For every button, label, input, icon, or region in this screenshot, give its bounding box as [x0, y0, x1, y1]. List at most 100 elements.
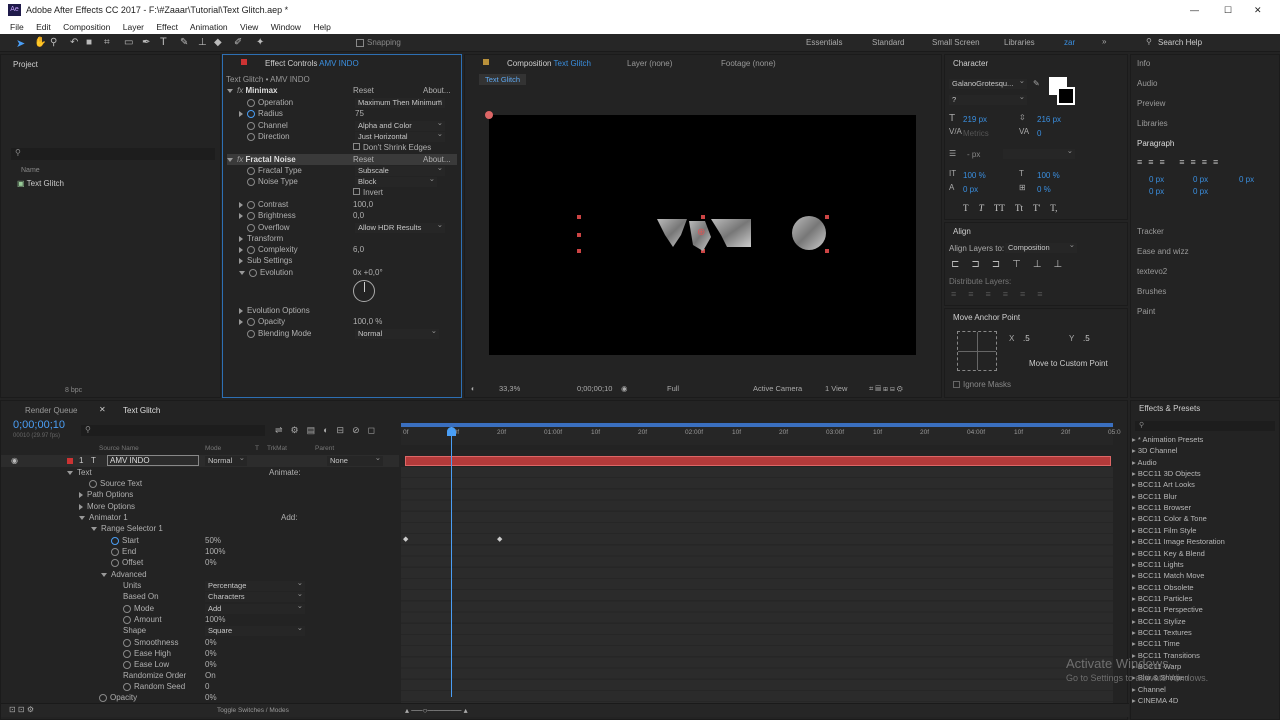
opacity-tl-value[interactable]: 0% [205, 692, 217, 703]
effects-category-item[interactable]: ▸ BCC11 Key & Blend [1132, 548, 1205, 559]
composition-canvas[interactable]: ⊕ [489, 115, 916, 355]
zoom-tool-icon[interactable]: ⚲ [50, 37, 57, 48]
effects-category-item[interactable]: ▸ * Animation Presets [1132, 434, 1203, 445]
path-options-row[interactable]: Path Options [79, 489, 133, 500]
align-to-select[interactable]: Composition [1005, 243, 1077, 253]
transform-group[interactable]: Transform [239, 233, 283, 244]
range-selector-row[interactable]: Range Selector 1 [91, 523, 163, 534]
fractal-type-select[interactable]: Subscale [355, 166, 445, 176]
zoom-select[interactable]: 33,3% [499, 381, 520, 397]
layer-duration-bar[interactable] [405, 456, 1111, 466]
hscale-value[interactable]: 100 % [1037, 171, 1060, 180]
zoom-slider[interactable]: ▴ ──○────── ▴ [405, 706, 468, 715]
handle-mid-left[interactable] [577, 233, 581, 237]
layer-tab[interactable]: Layer (none) [619, 56, 672, 72]
amount-value[interactable]: 100% [205, 614, 225, 625]
sub-settings-group[interactable]: Sub Settings [239, 255, 292, 266]
timeline-switch-icons[interactable]: ⇌⚙▤◐⊟⊘◻ [275, 425, 383, 436]
units-select[interactable]: Percentage [205, 581, 305, 591]
dont-shrink-checkbox[interactable]: Don't Shrink Edges [353, 142, 431, 153]
anchor-title[interactable]: Move Anchor Point [945, 310, 1020, 326]
end-value[interactable]: 100% [205, 546, 225, 557]
faux-bold-button[interactable]: T [963, 203, 969, 213]
brushes-panel-tab[interactable]: Brushes [1137, 287, 1166, 296]
ease-low-row[interactable]: Ease Low [123, 659, 169, 670]
mode-row[interactable]: Mode [123, 603, 154, 614]
offset-value[interactable]: 0% [205, 557, 217, 568]
effects-category-item[interactable]: ▸ 3D Channel [1132, 445, 1177, 456]
add-button[interactable]: Add: [281, 512, 297, 523]
menu-animation[interactable]: Animation [190, 22, 228, 32]
project-search-input[interactable]: ⚲ [11, 148, 215, 160]
blending-mode-select[interactable]: Normal [355, 329, 439, 339]
footer-extra-icons[interactable]: ⌗ ▤ ⊞ ⊟ ⚙ [869, 381, 903, 397]
menu-help[interactable]: Help [313, 22, 330, 32]
fractal-about[interactable]: About... [423, 154, 451, 165]
amount-row[interactable]: Amount [123, 614, 162, 625]
keyframe-start-1[interactable]: ◆ [403, 535, 408, 543]
col-trkmat[interactable]: TrkMat [267, 445, 287, 452]
radius-value[interactable]: 75 [355, 108, 364, 119]
vscale-value[interactable]: 100 % [963, 171, 986, 180]
timeline-tab[interactable]: Text Glitch [123, 406, 160, 415]
indent-first-value[interactable]: 0 px [1193, 175, 1208, 184]
source-text-row[interactable]: Source Text [89, 478, 142, 489]
evolution-options-group[interactable]: Evolution Options [239, 305, 310, 316]
workspace-standard[interactable]: Standard [872, 38, 904, 47]
baseline-value[interactable]: 0 px [963, 185, 978, 194]
effects-presets-title[interactable]: Effects & Presets [1131, 401, 1200, 417]
menu-file[interactable]: File [10, 22, 24, 32]
snapping-checkbox[interactable] [356, 39, 364, 47]
minimax-about[interactable]: About... [423, 85, 451, 96]
ease-high-value[interactable]: 0% [205, 648, 217, 659]
shape-select[interactable]: Square [205, 626, 305, 636]
toggle-switches-modes[interactable]: Toggle Switches / Modes [217, 707, 289, 714]
text-group[interactable]: Text [67, 467, 92, 478]
info-panel-tab[interactable]: Info [1137, 59, 1150, 68]
anchor-y-value[interactable]: .5 [1083, 334, 1090, 343]
contrast-value[interactable]: 100,0 [353, 199, 373, 210]
effects-category-item[interactable]: ▸ BCC11 Particles [1132, 593, 1192, 604]
effects-category-item[interactable]: ▸ CINEMA 4D [1132, 695, 1178, 706]
ease-low-value[interactable]: 0% [205, 659, 217, 670]
selection-tool-icon[interactable]: ➤ [16, 37, 25, 50]
character-title[interactable]: Character [945, 56, 988, 72]
paragraph-panel-title[interactable]: Paragraph [1137, 139, 1174, 148]
project-title[interactable]: Project [5, 57, 38, 73]
smoothness-row[interactable]: Smoothness [123, 637, 178, 648]
stroke-color-swatch[interactable] [1057, 87, 1075, 105]
maximize-button[interactable]: ☐ [1224, 0, 1232, 20]
effects-category-item[interactable]: ▸ BCC11 Lights [1132, 559, 1184, 570]
evolution-dial[interactable] [353, 280, 375, 302]
close-tab-icon[interactable] [241, 59, 247, 65]
offset-row[interactable]: Offset [111, 557, 143, 568]
timecode-display[interactable]: 0;00;00;10 [577, 381, 612, 397]
current-time-indicator[interactable] [447, 427, 456, 697]
stroke-type-select[interactable] [1003, 149, 1075, 159]
workspace-zar[interactable]: zar [1064, 38, 1075, 47]
footage-tab[interactable]: Footage (none) [713, 56, 776, 72]
stroke-width-value[interactable]: - px [967, 150, 980, 159]
effects-category-item[interactable]: ▸ BCC11 Browser [1132, 502, 1191, 513]
more-options-row[interactable]: More Options [79, 501, 135, 512]
direction-select[interactable]: Just Horizontal [355, 132, 445, 142]
eraser-tool-icon[interactable]: ◆ [214, 37, 222, 48]
overflow-select[interactable]: Allow HDR Results [355, 223, 445, 233]
workspace-libraries[interactable]: Libraries [1004, 38, 1035, 47]
indent-left-value[interactable]: 0 px [1149, 175, 1164, 184]
hand-tool-icon[interactable]: ✋ [34, 37, 46, 48]
puppet-tool-icon[interactable]: ✦ [256, 37, 264, 48]
layer-parent-select[interactable]: None [327, 456, 383, 466]
preview-icon[interactable]: ◐ [471, 381, 476, 397]
complexity-value[interactable]: 6,0 [353, 244, 364, 255]
search-help-input[interactable]: Search Help [1158, 38, 1202, 47]
tracker-panel-tab[interactable]: Tracker [1137, 227, 1164, 236]
effects-category-item[interactable]: ▸ BCC11 Textures [1132, 627, 1192, 638]
camera-select[interactable]: Active Camera [753, 381, 802, 397]
operation-select[interactable]: Maximum Then Minimum [355, 98, 445, 108]
menu-edit[interactable]: Edit [36, 22, 51, 32]
libraries-panel-tab[interactable]: Libraries [1137, 119, 1168, 128]
snapshot-icon[interactable]: ◉ [621, 381, 628, 397]
menu-composition[interactable]: Composition [63, 22, 110, 32]
views-select[interactable]: 1 View [825, 381, 847, 397]
